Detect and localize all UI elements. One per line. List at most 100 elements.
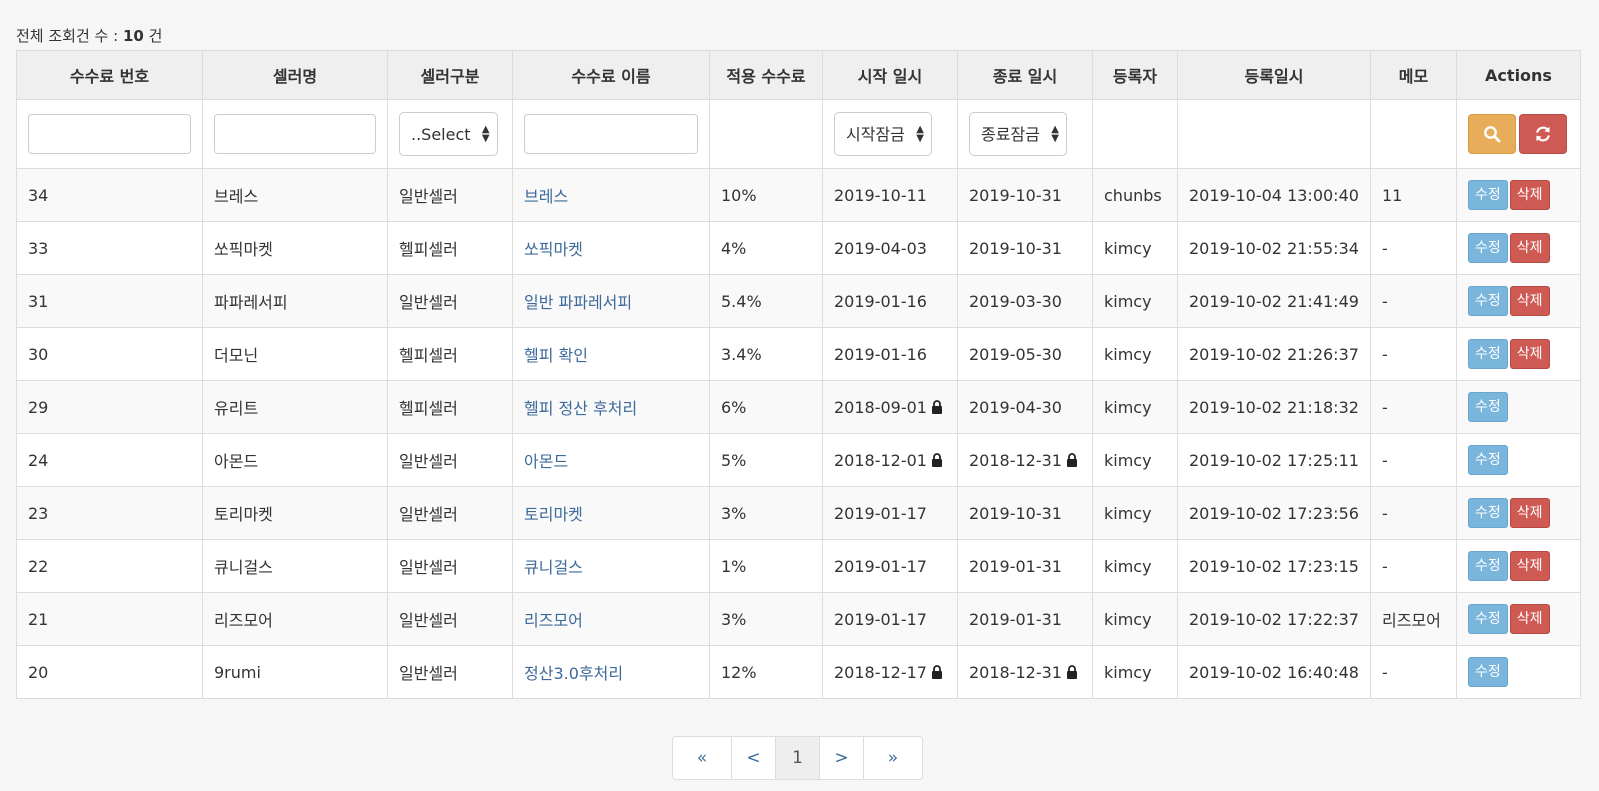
cell-fee-no: 29: [16, 380, 203, 434]
cell-start-date: 2019-04-03: [822, 221, 958, 275]
registrant-filter-empty: [1092, 99, 1178, 169]
fee-name-link[interactable]: 헬피 확인: [524, 346, 588, 365]
cell-actions: 수정 삭제: [1456, 274, 1581, 328]
delete-button[interactable]: 삭제: [1509, 180, 1550, 210]
end-date-text: 2019-03-30: [969, 291, 1062, 311]
delete-button[interactable]: 삭제: [1509, 339, 1550, 369]
page-current[interactable]: 1: [776, 737, 820, 779]
fee-name-link[interactable]: 토리마켓: [524, 505, 583, 524]
cell-memo: -: [1370, 486, 1457, 540]
cell-seller-name: 큐니걸스: [202, 539, 388, 593]
reset-button[interactable]: [1519, 114, 1567, 154]
cell-fee-no: 33: [16, 221, 203, 275]
end-date-text: 2019-04-30: [969, 397, 1062, 417]
seller-name-filter-input[interactable]: [214, 114, 376, 154]
edit-button[interactable]: 수정: [1468, 233, 1508, 263]
cell-actions: 수정: [1456, 433, 1581, 487]
cell-registrant: kimcy: [1092, 486, 1178, 540]
start-date-text: 2019-01-17: [834, 556, 927, 576]
page-last-button[interactable]: »: [864, 737, 922, 779]
delete-button[interactable]: 삭제: [1509, 286, 1550, 316]
table-row: 29 유리트 헬피셀러 헬피 정산 후처리 6% 2018-09-01 2019-04-30…: [16, 380, 1581, 434]
fee-name-filter-input[interactable]: [524, 114, 698, 154]
cell-fee-rate: 5%: [709, 433, 823, 487]
cell-actions: 수정: [1456, 380, 1581, 434]
col-header-registrant[interactable]: 등록자: [1092, 50, 1178, 100]
edit-button[interactable]: 수정: [1468, 445, 1508, 475]
cell-registrant: kimcy: [1092, 645, 1178, 699]
cell-fee-no: 20: [16, 645, 203, 699]
cell-seller-type: 헬피셀러: [387, 221, 513, 275]
updown-arrows-icon: ▲ ▼: [481, 124, 490, 144]
cell-end-date: 2019-03-30: [957, 274, 1093, 328]
cell-reg-time: 2019-10-02 17:23:56: [1177, 486, 1371, 540]
edit-button[interactable]: 수정: [1468, 339, 1508, 369]
cell-registrant: kimcy: [1092, 327, 1178, 381]
cell-fee-no: 21: [16, 592, 203, 646]
col-header-fee-no[interactable]: 수수료 번호: [16, 50, 203, 100]
cell-seller-name: 브레스: [202, 168, 388, 222]
col-header-reg-time[interactable]: 등록일시: [1177, 50, 1371, 100]
col-header-seller-name[interactable]: 셀러명: [202, 50, 388, 100]
cell-start-date: 2019-01-16: [822, 327, 958, 381]
col-header-end-date[interactable]: 종료 일시: [957, 50, 1093, 100]
end-date-text: 2019-01-31: [969, 556, 1062, 576]
cell-actions: 수정 삭제: [1456, 486, 1581, 540]
cell-fee-no: 34: [16, 168, 203, 222]
fee-no-filter-input[interactable]: [28, 114, 191, 154]
fee-name-link[interactable]: 쏘픽마켓: [524, 240, 583, 259]
lock-icon: [931, 399, 942, 414]
col-header-fee-name[interactable]: 수수료 이름: [512, 50, 710, 100]
cell-actions: 수정 삭제: [1456, 327, 1581, 381]
cell-actions: 수정 삭제: [1456, 539, 1581, 593]
col-header-start-date[interactable]: 시작 일시: [822, 50, 958, 100]
fee-name-link[interactable]: 리즈모어: [524, 611, 583, 630]
start-date-text: 2019-01-17: [834, 503, 927, 523]
page-next-button[interactable]: >: [820, 737, 864, 779]
edit-button[interactable]: 수정: [1468, 392, 1508, 422]
delete-button[interactable]: 삭제: [1509, 233, 1550, 263]
cell-reg-time: 2019-10-02 17:23:15: [1177, 539, 1371, 593]
page-prev-button[interactable]: <: [732, 737, 776, 779]
end-lock-select[interactable]: 종료잠금 ▲ ▼: [969, 112, 1067, 156]
cell-fee-name: 쏘픽마켓: [512, 221, 710, 275]
seller-type-select[interactable]: ..Select ▲ ▼: [399, 112, 498, 156]
cell-fee-name: 리즈모어: [512, 592, 710, 646]
edit-button[interactable]: 수정: [1468, 657, 1508, 687]
table-row: 31 파파레서피 일반셀러 일반 파파레서피 5.4% 2019-01-16 2019-03…: [16, 274, 1581, 328]
cell-seller-type: 일반셀러: [387, 539, 513, 593]
col-header-fee-rate[interactable]: 적용 수수료: [709, 50, 823, 100]
start-date-text: 2019-01-17: [834, 609, 927, 629]
cell-registrant: kimcy: [1092, 592, 1178, 646]
start-lock-select[interactable]: 시작잠금 ▲ ▼: [834, 112, 932, 156]
fee-name-link[interactable]: 브레스: [524, 187, 568, 206]
delete-button[interactable]: 삭제: [1509, 604, 1550, 634]
lock-icon: [1066, 664, 1077, 679]
delete-button[interactable]: 삭제: [1509, 551, 1550, 581]
delete-button[interactable]: 삭제: [1509, 498, 1550, 528]
cell-end-date: 2019-10-31: [957, 486, 1093, 540]
cell-memo: -: [1370, 327, 1457, 381]
fee-name-link[interactable]: 헬피 정산 후처리: [524, 399, 637, 418]
cell-seller-name: 파파레서피: [202, 274, 388, 328]
col-header-memo[interactable]: 메모: [1370, 50, 1457, 100]
edit-button[interactable]: 수정: [1468, 551, 1508, 581]
start-date-text: 2019-10-11: [834, 185, 927, 205]
col-header-seller-type[interactable]: 셀러구분: [387, 50, 513, 100]
page-first-button[interactable]: «: [673, 737, 732, 779]
cell-seller-type: 일반셀러: [387, 592, 513, 646]
edit-button[interactable]: 수정: [1468, 604, 1508, 634]
edit-button[interactable]: 수정: [1468, 180, 1508, 210]
cell-seller-type: 일반셀러: [387, 486, 513, 540]
fee-name-link[interactable]: 아몬드: [524, 452, 568, 471]
fee-name-link[interactable]: 큐니걸스: [524, 558, 583, 577]
fee-name-link[interactable]: 일반 파파레서피: [524, 293, 632, 312]
cell-fee-rate: 3%: [709, 592, 823, 646]
cell-reg-time: 2019-10-02 21:26:37: [1177, 327, 1371, 381]
edit-button[interactable]: 수정: [1468, 498, 1508, 528]
cell-end-date: 2019-10-31: [957, 221, 1093, 275]
edit-button[interactable]: 수정: [1468, 286, 1508, 316]
fee-name-link[interactable]: 정산3.0후처리: [524, 664, 623, 683]
search-button[interactable]: [1468, 114, 1516, 154]
cell-reg-time: 2019-10-02 21:55:34: [1177, 221, 1371, 275]
